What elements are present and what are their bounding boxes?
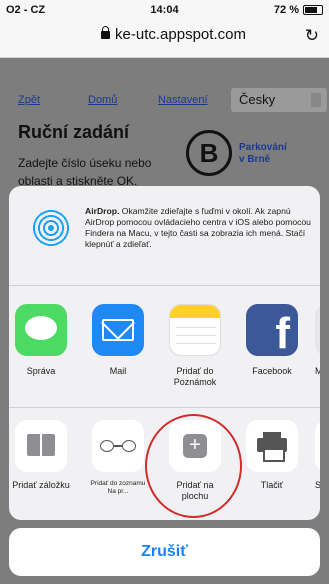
page-title: Ruční zadání <box>18 122 130 142</box>
url-text: ke-utc.appspot.com <box>115 26 246 43</box>
share-app-label: Správa <box>26 366 56 376</box>
action-add-reading-list[interactable]: Pridať do zoznamu Na pr... <box>88 420 148 496</box>
share-app-label: Facebook <box>252 366 292 376</box>
airdrop-icon <box>31 208 71 248</box>
facebook-icon: f <box>246 304 298 356</box>
messages-icon <box>15 304 67 356</box>
share-app-label: Pridať do Poznámok <box>173 366 217 387</box>
status-bar: O2 - CZ 14:04 72 % <box>0 4 329 20</box>
page-nav: Zpět Domů Nastavení Česky <box>18 88 327 112</box>
battery-status: 72 % <box>274 4 323 16</box>
logo-caption-line-2: v Brně <box>239 154 271 165</box>
airdrop-title: AirDrop. <box>85 206 120 216</box>
language-value: Česky <box>239 92 276 107</box>
notes-icon <box>169 304 221 356</box>
more-action-icon <box>315 420 320 472</box>
battery-percent: 72 % <box>273 4 299 16</box>
share-app-more[interactable]: M <box>315 304 320 377</box>
action-more[interactable]: S D <box>315 420 320 491</box>
chevron-down-icon <box>311 93 321 107</box>
airdrop-body: Okamžite zdieľajte s ľuďmi v okolí. Ak z… <box>85 206 311 249</box>
nav-home-link[interactable]: Domů <box>88 94 117 106</box>
nav-back-link[interactable]: Zpět <box>18 94 40 106</box>
battery-icon <box>303 5 323 15</box>
share-app-messages[interactable]: Správa <box>11 304 71 377</box>
action-label: Tlačiť <box>260 480 284 490</box>
action-add-bookmark[interactable]: Pridať záložku <box>11 420 71 491</box>
share-app-notes[interactable]: Pridať do Poznámok <box>165 304 225 388</box>
share-apps-row: Správa Mail Pridať do Poznámok f Faceboo… <box>9 304 320 408</box>
highlight-circle <box>145 414 242 518</box>
logo-caption-line-1: Parkování <box>239 142 287 153</box>
print-icon <box>246 420 298 472</box>
address-bar[interactable]: ke-utc.appspot.com <box>58 26 289 43</box>
language-select[interactable]: Česky <box>231 88 327 112</box>
mail-icon <box>92 304 144 356</box>
share-app-mail[interactable]: Mail <box>88 304 148 377</box>
share-app-label: Mail <box>109 366 127 376</box>
share-app-facebook[interactable]: f Facebook <box>242 304 302 377</box>
bookmark-icon <box>15 420 67 472</box>
airdrop-description: AirDrop. Okamžite zdieľajte s ľuďmi v ok… <box>85 206 311 250</box>
share-app-label: M <box>315 366 320 376</box>
action-print[interactable]: Tlačiť <box>242 420 302 491</box>
airdrop-section[interactable]: AirDrop. Okamžite zdieľajte s ľuďmi v ok… <box>9 186 320 286</box>
page-instructions: Zadejte číslo úseku nebo oblasti a stisk… <box>18 156 152 188</box>
action-label: Pridať do zoznamu Na pr... <box>90 480 146 495</box>
browser-top-bar: O2 - CZ 14:04 72 % ke-utc.appspot.com ↻ <box>0 0 329 58</box>
parking-logo-icon: B <box>186 130 232 176</box>
reload-icon[interactable]: ↻ <box>305 26 319 46</box>
action-label: S D <box>315 480 320 490</box>
action-label: Pridať záložku <box>12 480 70 490</box>
more-app-icon <box>315 304 320 356</box>
reading-list-icon <box>92 420 144 472</box>
nav-settings-link[interactable]: Nastavení <box>158 94 208 106</box>
lock-icon <box>101 26 111 39</box>
cancel-button[interactable]: Zrušiť <box>9 528 320 576</box>
logo-caption: Parkování v Brně <box>239 142 287 166</box>
